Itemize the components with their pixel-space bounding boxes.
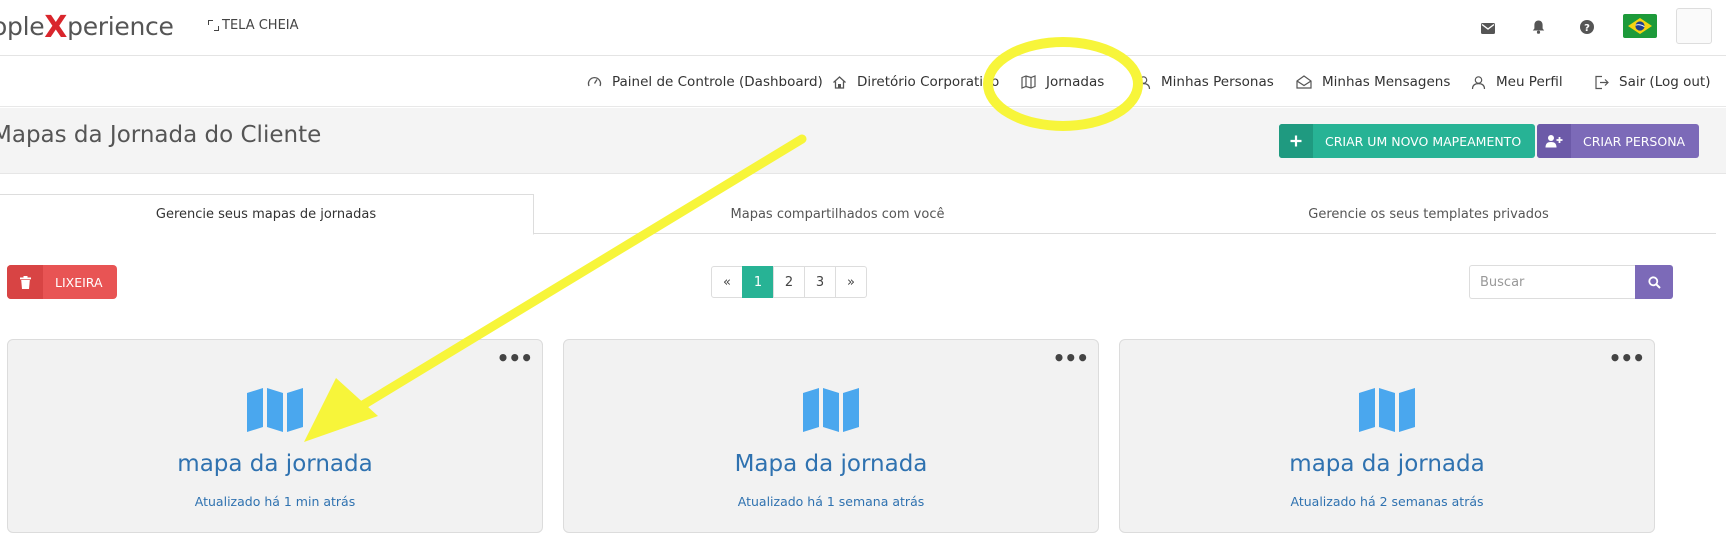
nav-label-my-messages: Minhas Mensagens [1322, 74, 1451, 90]
sign-out-icon [1595, 75, 1609, 89]
pagination: « 1 2 3 » [711, 266, 867, 298]
top-bar: opleXperience TELA CHEIA ? [0, 0, 1726, 56]
user-icon [1471, 75, 1486, 89]
more-options-icon[interactable]: ••• [497, 348, 533, 368]
user-plus-icon [1537, 124, 1571, 158]
home-icon [833, 75, 846, 89]
nav-item-my-messages[interactable]: Minhas Mensagens [1296, 57, 1450, 107]
svg-text:?: ? [1584, 23, 1590, 34]
journey-map-card[interactable]: ••• mapa da jornada Atualizado há 1 min … [7, 339, 543, 533]
search-button[interactable] [1635, 265, 1673, 299]
tab-my-maps[interactable]: Gerencie seus mapas de jornadas [0, 194, 534, 235]
page-title: Mapas da Jornada do Cliente [0, 122, 322, 148]
create-map-label: CRIAR UM NOVO MAPEAMENTO [1325, 133, 1522, 149]
pagination-page-2[interactable]: 2 [773, 266, 805, 298]
nav-item-logout[interactable]: Sair (Log out) [1594, 57, 1710, 107]
map-icon [803, 388, 859, 432]
nav-item-my-profile[interactable]: Meu Perfil [1471, 57, 1563, 107]
create-map-button[interactable]: CRIAR UM NOVO MAPEAMENTO [1279, 124, 1536, 158]
nav-label-my-profile: Meu Perfil [1496, 74, 1563, 90]
fullscreen-label: TELA CHEIA [222, 18, 299, 33]
map-icon [1021, 75, 1036, 89]
nav-label-my-personas: Minhas Personas [1161, 74, 1274, 90]
tab-bar: Gerencie seus mapas de jornadas Mapas co… [0, 194, 1716, 235]
logo[interactable]: opleXperience [0, 8, 174, 45]
create-persona-button[interactable]: CRIAR PERSONA [1537, 124, 1700, 158]
tab-shared-maps[interactable]: Mapas compartilhados com você [534, 194, 1141, 234]
card-updated: Atualizado há 1 semana atrás [737, 494, 925, 509]
card-title[interactable]: Mapa da jornada [564, 451, 1098, 477]
fullscreen-icon [208, 20, 219, 31]
journey-map-card[interactable]: ••• Mapa da jornada Atualizado há 1 sema… [563, 339, 1099, 533]
pagination-page-3[interactable]: 3 [804, 266, 836, 298]
nav-label-dashboard: Painel de Controle (Dashboard) [612, 74, 823, 90]
main-nav: Painel de Controle (Dashboard) Diretório… [0, 57, 1726, 107]
tab-private-templates[interactable]: Gerencie os seus templates privados [1141, 194, 1716, 234]
bell-icon[interactable] [1531, 20, 1545, 34]
more-options-icon[interactable]: ••• [1609, 348, 1645, 368]
user-icon [1136, 75, 1151, 89]
logo-text-prefix: ople [0, 12, 45, 41]
trash-label: LIXEIRA [55, 274, 103, 290]
dashboard-icon [587, 76, 602, 86]
map-icon [1359, 388, 1415, 432]
fullscreen-button[interactable]: TELA CHEIA [208, 18, 299, 33]
brazil-flag-icon[interactable] [1623, 14, 1657, 38]
card-title[interactable]: mapa da jornada [8, 451, 542, 477]
nav-item-dashboard[interactable]: Painel de Controle (Dashboard) [587, 57, 823, 107]
search-icon [1647, 275, 1661, 289]
help-icon[interactable]: ? [1580, 20, 1594, 34]
journey-map-card[interactable]: ••• mapa da jornada Atualizado há 2 sema… [1119, 339, 1655, 533]
avatar[interactable] [1676, 8, 1712, 44]
tab-label: Gerencie os seus templates privados [1308, 206, 1549, 222]
logo-x: X [44, 10, 68, 45]
search-input[interactable] [1469, 265, 1635, 299]
logo-text-suffix: perience [67, 12, 174, 41]
card-title[interactable]: mapa da jornada [1120, 451, 1654, 477]
envelope-open-icon [1296, 75, 1312, 89]
tab-label: Mapas compartilhados com você [730, 206, 945, 222]
plus-icon [1279, 124, 1313, 158]
create-persona-label: CRIAR PERSONA [1583, 133, 1686, 149]
pagination-next[interactable]: » [835, 266, 867, 298]
mail-icon[interactable] [1481, 21, 1495, 35]
nav-label-journeys: Jornadas [1046, 74, 1105, 90]
tab-label: Gerencie seus mapas de jornadas [155, 207, 377, 222]
more-options-icon[interactable]: ••• [1053, 348, 1089, 368]
pagination-prev[interactable]: « [711, 266, 743, 298]
card-updated: Atualizado há 1 min atrás [194, 494, 356, 509]
nav-item-corporate-directory[interactable]: Diretório Corporativo [832, 57, 999, 107]
nav-label-logout: Sair (Log out) [1619, 74, 1711, 90]
card-updated: Atualizado há 2 semanas atrás [1290, 494, 1484, 509]
map-icon [247, 388, 303, 432]
trash-button[interactable]: LIXEIRA [7, 265, 117, 299]
page-header: Mapas da Jornada do Cliente CRIAR UM NOV… [0, 108, 1726, 174]
pagination-page-1[interactable]: 1 [742, 266, 774, 298]
trash-icon [7, 265, 43, 299]
nav-item-journeys[interactable]: Jornadas [1021, 57, 1104, 107]
nav-item-my-personas[interactable]: Minhas Personas [1136, 57, 1274, 107]
nav-label-corporate-directory: Diretório Corporativo [857, 74, 1000, 90]
